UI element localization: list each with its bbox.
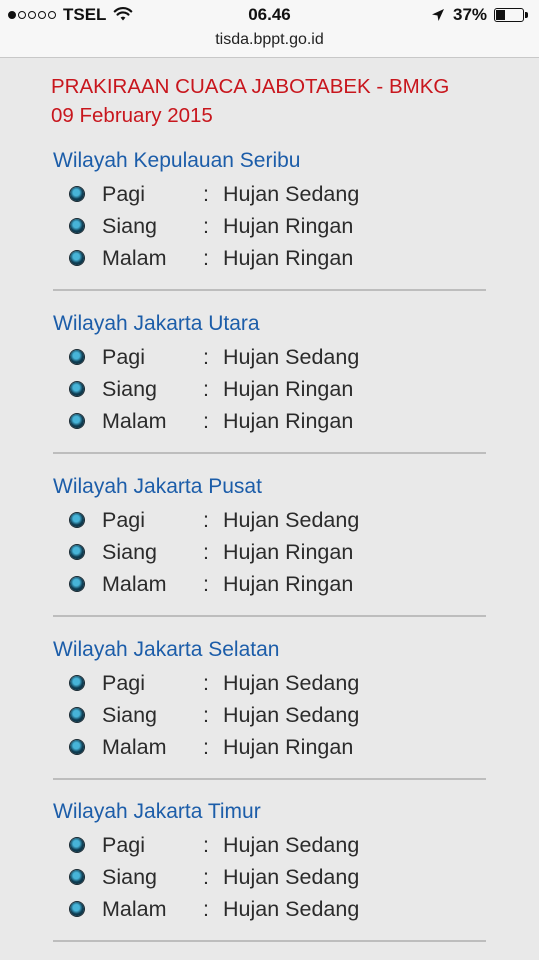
section-divider [53,778,486,780]
battery-icon [494,8,524,22]
forecast-weather: Hujan Ringan [223,409,354,433]
forecast-colon: : [203,671,209,695]
bullet-icon [70,577,84,591]
bullet-icon [70,838,84,852]
bullet-icon [70,676,84,690]
section-divider [53,940,486,942]
forecast-weather: Hujan Ringan [223,214,354,238]
forecast-colon: : [203,833,209,857]
region-section: Wilayah Jakarta Timur Pagi : Hujan Sedan… [0,798,539,960]
battery-tip [525,12,528,18]
forecast-colon: : [203,572,209,596]
forecast-colon: : [203,377,209,401]
forecast-weather: Hujan Sedang [223,508,360,532]
forecast-period: Pagi [102,833,146,857]
region-heading: Wilayah Jakarta Pusat [53,475,262,498]
forecast-period: Siang [102,703,157,727]
forecast-period: Malam [102,246,167,270]
bullet-icon [70,513,84,527]
forecast-colon: : [203,182,209,206]
region-heading: Wilayah Kepulauan Seribu [53,149,301,172]
forecast-weather: Hujan Sedang [223,865,360,889]
forecast-period: Pagi [102,508,146,532]
forecast-colon: : [203,703,209,727]
status-bar: TSEL 06.46 37% [0,3,539,29]
forecast-period: Pagi [102,345,146,369]
page-title: PRAKIRAAN CUACA JABOTABEK - BMKG 09 Febr… [51,75,450,127]
forecast-period: Malam [102,735,167,759]
region-heading: Wilayah Jakarta Selatan [53,638,280,661]
bullet-icon [70,902,84,916]
forecast-weather: Hujan Ringan [223,572,354,596]
forecast-weather: Hujan Sedang [223,182,360,206]
bullet-icon [70,350,84,364]
forecast-colon: : [203,865,209,889]
forecast-weather: Hujan Ringan [223,377,354,401]
forecast-colon: : [203,897,209,921]
browser-top-bar: TSEL 06.46 37% tisda.bppt.go.id [0,0,539,58]
address-bar-url[interactable]: tisda.bppt.go.id [0,31,539,49]
section-divider [53,289,486,291]
bullet-icon [70,251,84,265]
forecast-weather: Hujan Sedang [223,703,360,727]
forecast-weather: Hujan Ringan [223,540,354,564]
bullet-icon [70,545,84,559]
forecast-weather: Hujan Ringan [223,735,354,759]
bullet-icon [70,708,84,722]
forecast-colon: : [203,214,209,238]
bullet-icon [70,219,84,233]
region-heading: Wilayah Jakarta Utara [53,312,260,335]
region-heading: Wilayah Jakarta Timur [53,800,261,823]
forecast-colon: : [203,409,209,433]
forecast-colon: : [203,246,209,270]
battery-percentage: 37% [453,5,488,24]
region-section: Wilayah Jakarta Utara Pagi : Hujan Sedan… [0,310,539,472]
forecast-period: Siang [102,214,157,238]
battery-level-fill [496,10,505,20]
region-section: Wilayah Kepulauan Seribu Pagi : Hujan Se… [0,147,539,309]
forecast-period: Siang [102,865,157,889]
forecast-colon: : [203,345,209,369]
forecast-period: Malam [102,409,167,433]
forecast-weather: Hujan Ringan [223,246,354,270]
forecast-period: Pagi [102,671,146,695]
bullet-icon [70,382,84,396]
forecast-period: Malam [102,897,167,921]
forecast-period: Siang [102,540,157,564]
section-divider [53,452,486,454]
forecast-colon: : [203,735,209,759]
bullet-icon [70,187,84,201]
forecast-colon: : [203,540,209,564]
forecast-period: Malam [102,572,167,596]
section-divider [53,615,486,617]
forecast-weather: Hujan Sedang [223,833,360,857]
bullet-icon [70,870,84,884]
bullet-icon [70,414,84,428]
forecast-period: Pagi [102,182,146,206]
bullet-icon [70,740,84,754]
forecast-weather: Hujan Sedang [223,897,360,921]
location-arrow-icon [432,9,444,21]
forecast-period: Siang [102,377,157,401]
forecast-weather: Hujan Sedang [223,345,360,369]
region-section: Wilayah Jakarta Selatan Pagi : Hujan Sed… [0,636,539,798]
forecast-weather: Hujan Sedang [223,671,360,695]
forecast-colon: : [203,508,209,532]
region-section: Wilayah Jakarta Pusat Pagi : Hujan Sedan… [0,473,539,635]
